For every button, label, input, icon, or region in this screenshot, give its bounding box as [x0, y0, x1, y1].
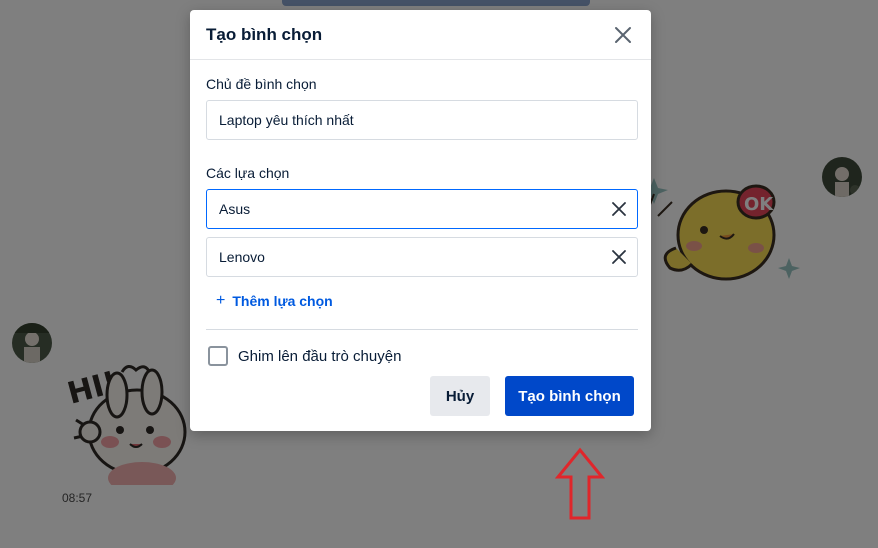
create-poll-dialog: Tạo bình chọn Chủ đề bình chọn Laptop yê…: [190, 10, 651, 431]
topic-value: Laptop yêu thích nhất: [219, 112, 354, 128]
option-value: Asus: [219, 201, 251, 217]
x-icon: [612, 250, 626, 264]
create-poll-button[interactable]: Tạo bình chọn: [505, 376, 634, 416]
topic-label: Chủ đề bình chọn: [206, 76, 317, 92]
topic-input[interactable]: Laptop yêu thích nhất: [206, 100, 638, 140]
cancel-button[interactable]: Hủy: [430, 376, 490, 416]
plus-icon: +: [216, 292, 226, 309]
red-arrow-up-icon: [555, 447, 605, 520]
option-value: Lenovo: [219, 249, 265, 265]
options-list: Asus Lenovo: [206, 189, 638, 277]
option-input[interactable]: Lenovo: [206, 237, 638, 277]
dialog-footer: Hủy Tạo bình chọn: [430, 376, 634, 416]
remove-option-button[interactable]: [609, 199, 629, 219]
divider: [206, 329, 638, 330]
dialog-title: Tạo bình chọn: [206, 24, 323, 44]
x-icon: [612, 202, 626, 216]
pin-label: Ghim lên đầu trò chuyện: [238, 347, 402, 365]
add-option-label: Thêm lựa chọn: [232, 293, 333, 309]
option-input[interactable]: Asus: [206, 189, 638, 229]
pin-to-top-checkbox-row[interactable]: Ghim lên đầu trò chuyện: [206, 342, 635, 370]
close-button[interactable]: [611, 23, 635, 47]
pin-checkbox[interactable]: [208, 346, 228, 366]
add-option-button[interactable]: + Thêm lựa chọn: [206, 285, 635, 317]
remove-option-button[interactable]: [609, 247, 629, 267]
options-label: Các lựa chọn: [206, 165, 290, 181]
close-icon: [615, 26, 631, 43]
dialog-body: Chủ đề bình chọn Laptop yêu thích nhất C…: [190, 60, 651, 386]
dialog-header: Tạo bình chọn: [190, 10, 651, 60]
